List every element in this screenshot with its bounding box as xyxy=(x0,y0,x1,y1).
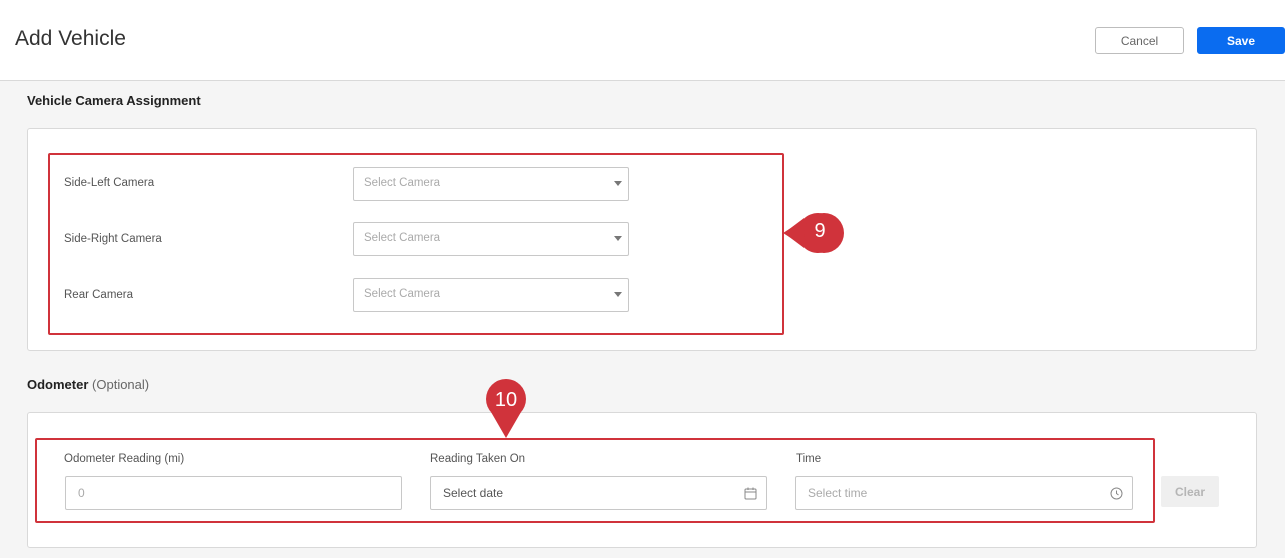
callout-10-label: 10 xyxy=(494,389,518,411)
odometer-highlight-box xyxy=(35,438,1155,523)
clear-button[interactable]: Clear xyxy=(1161,476,1219,507)
odometer-title: Odometer xyxy=(27,377,89,392)
save-button[interactable]: Save xyxy=(1197,27,1285,54)
cancel-button[interactable]: Cancel xyxy=(1095,27,1184,54)
camera-section-title: Vehicle Camera Assignment xyxy=(27,93,201,108)
odometer-optional-label: (Optional) xyxy=(92,377,150,392)
page-header: Add Vehicle Cancel Save xyxy=(0,0,1285,81)
callout-9-label: 9 xyxy=(814,220,826,242)
page-title: Add Vehicle xyxy=(15,27,126,50)
odometer-section-title: Odometer (Optional) xyxy=(27,377,149,392)
camera-highlight-box xyxy=(48,153,784,335)
